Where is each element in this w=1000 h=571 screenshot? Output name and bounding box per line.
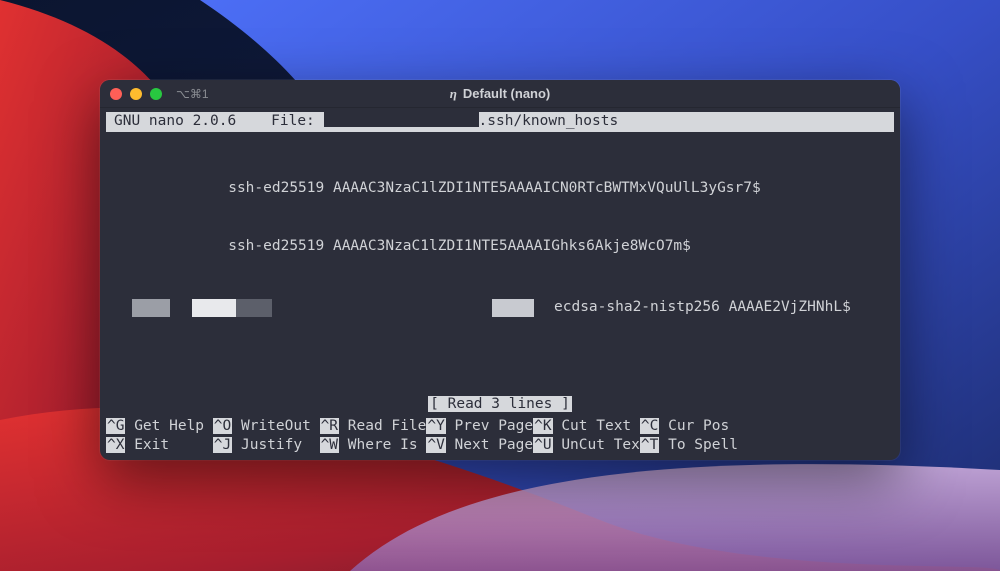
file-label: File:: [271, 112, 315, 132]
window-title-text: Default (nano): [463, 86, 550, 101]
window-title: η Default (nano): [450, 86, 551, 102]
zoom-button[interactable]: [150, 88, 162, 100]
app-icon: η: [450, 86, 457, 102]
status-line: [ Read 3 lines ]: [100, 395, 900, 417]
shortcut-cur-pos: ^C Cur Pos: [640, 417, 729, 437]
shortcut-justify: ^J Justify: [213, 436, 320, 456]
shortcut-to-spell: ^T To Spell: [640, 436, 738, 456]
nano-version: GNU nano 2.0.6: [114, 112, 236, 132]
shortcut-writeout: ^O WriteOut: [213, 417, 320, 437]
shortcut-row-2: ^X Exit ^J Justify ^W Where Is ^V Next P…: [106, 436, 894, 456]
shortcut-bar: ^G Get Help ^O WriteOut ^R Read File ^Y …: [100, 417, 900, 460]
content-line-2: ssh-ed25519 AAAAC3NzaC1lZDI1NTE5AAAAIGhk…: [106, 237, 894, 257]
shortcut-exit: ^X Exit: [106, 436, 213, 456]
terminal-window: ⌥⌘1 η Default (nano) GNU nano 2.0.6 File…: [100, 80, 900, 460]
shortcut-uncut-text: ^U UnCut Tex: [533, 436, 640, 456]
traffic-lights: [110, 88, 162, 100]
shortcut-next-page: ^V Next Page: [426, 436, 533, 456]
nano-header-bar: GNU nano 2.0.6 File: .ssh/known_hosts: [106, 112, 894, 132]
editor-content[interactable]: ssh-ed25519 AAAAC3NzaC1lZDI1NTE5AAAAICN0…: [100, 132, 900, 396]
status-text: [ Read 3 lines ]: [428, 396, 572, 412]
content-line-3: ecdsa-sha2-nistp256 AAAAE2VjZHNhL$: [106, 298, 894, 318]
shortcut-cut-text: ^K Cut Text: [533, 417, 640, 437]
shortcut-prev-page: ^Y Prev Page: [426, 417, 533, 437]
minimize-button[interactable]: [130, 88, 142, 100]
titlebar: ⌥⌘1 η Default (nano): [100, 80, 900, 108]
close-button[interactable]: [110, 88, 122, 100]
redacted-block: [236, 299, 272, 317]
file-suffix: .ssh/known_hosts: [479, 112, 619, 132]
tab-shortcut-label: ⌥⌘1: [176, 87, 209, 101]
shortcut-read-file: ^R Read File: [320, 417, 427, 437]
redacted-path: [324, 112, 479, 127]
shortcut-row-1: ^G Get Help ^O WriteOut ^R Read File ^Y …: [106, 417, 894, 437]
shortcut-where-is: ^W Where Is: [320, 436, 427, 456]
redacted-block: [492, 299, 534, 317]
redacted-block: [132, 299, 170, 317]
shortcut-get-help: ^G Get Help: [106, 417, 213, 437]
content-line-3-text: ecdsa-sha2-nistp256 AAAAE2VjZHNhL$: [554, 298, 851, 318]
content-line-1: ssh-ed25519 AAAAC3NzaC1lZDI1NTE5AAAAICN0…: [106, 179, 894, 199]
terminal-body[interactable]: GNU nano 2.0.6 File: .ssh/known_hosts ss…: [100, 108, 900, 460]
redacted-block: [192, 299, 236, 317]
